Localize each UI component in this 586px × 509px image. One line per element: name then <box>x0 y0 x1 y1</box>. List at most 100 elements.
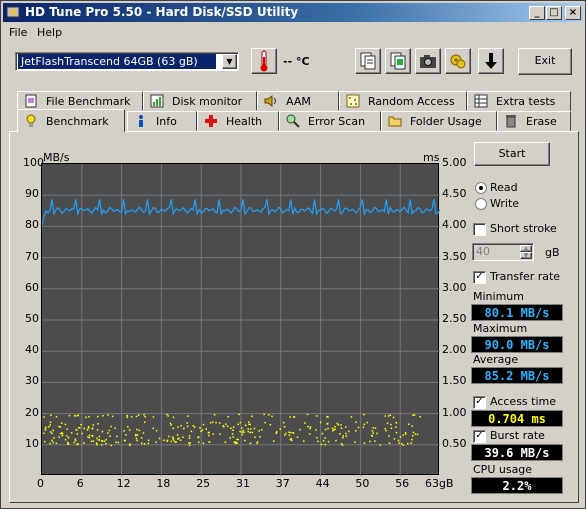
access-time-point <box>241 433 244 436</box>
access-time-point <box>136 439 138 442</box>
minimize-button[interactable]: _ <box>529 6 545 20</box>
access-time-point <box>52 441 54 444</box>
tab-label: Random Access <box>368 94 455 108</box>
temperature-button[interactable] <box>251 48 277 74</box>
access-time-point <box>98 439 100 441</box>
save-button[interactable] <box>478 48 504 74</box>
read-radio[interactable] <box>475 182 487 194</box>
access-time-point <box>253 427 256 430</box>
access-time-checkbox[interactable]: ✓ <box>473 396 486 409</box>
dropdown-arrow-icon[interactable]: ▼ <box>222 54 237 69</box>
copy-text-button[interactable] <box>355 48 381 74</box>
tab-benchmark[interactable]: Benchmark <box>17 109 125 132</box>
tab-extra-tests[interactable]: Extra tests <box>467 91 571 111</box>
access-time-point <box>371 430 374 432</box>
access-time-point <box>227 416 229 418</box>
access-time-point <box>289 438 291 441</box>
access-time-point <box>306 413 309 416</box>
access-time-point <box>147 439 150 442</box>
tab-erase[interactable]: Erase <box>497 111 571 131</box>
app-window: HD Tune Pro 5.50 - Hard Disk/SSD Utility… <box>0 0 586 509</box>
left-axis-tick: 20 <box>25 405 39 419</box>
access-time-point <box>152 427 154 430</box>
access-time-point <box>249 442 252 445</box>
left-axis-tick: 10 <box>25 436 39 450</box>
access-time-point <box>198 441 200 443</box>
benchmark-graph <box>41 163 441 476</box>
access-time-point <box>123 430 125 432</box>
access-time-point <box>285 432 287 435</box>
access-time-point <box>101 440 104 442</box>
access-time-point <box>397 439 400 442</box>
start-button[interactable]: Start <box>474 142 550 166</box>
access-time-point <box>416 433 419 436</box>
transfer-rate-checkbox[interactable]: ✓ <box>473 271 486 284</box>
options-button[interactable] <box>445 48 471 74</box>
access-time-point <box>237 423 239 425</box>
access-time-point <box>384 427 386 430</box>
access-time-point <box>77 415 79 417</box>
short-stroke-spinner[interactable]: 40 ▲ ▼ <box>472 243 534 261</box>
tab-info[interactable]: Info <box>127 111 197 131</box>
access-time-point <box>317 440 319 443</box>
close-button[interactable]: × <box>565 6 581 20</box>
access-time-point <box>251 431 253 434</box>
copy-text-icon <box>360 52 376 70</box>
access-time-point <box>138 414 140 416</box>
access-time-point <box>155 441 157 443</box>
access-time-point <box>236 438 238 441</box>
access-time-point <box>175 441 177 443</box>
access-time-point <box>215 421 217 424</box>
tab-health[interactable]: Health <box>197 111 279 131</box>
tab-disk-monitor[interactable]: Disk monitor <box>143 91 257 111</box>
short-stroke-label: Short stroke <box>490 222 557 235</box>
access-time-point <box>193 426 196 428</box>
access-time-point <box>188 442 190 444</box>
drive-select[interactable]: JetFlashTranscend 64GB (63 gB) ▼ <box>15 52 239 71</box>
access-time-point <box>55 416 58 418</box>
tab-error-scan[interactable]: Error Scan <box>279 111 381 131</box>
access-time-point <box>50 414 52 417</box>
tab-file-benchmark[interactable]: File Benchmark <box>17 91 143 111</box>
tab-folder-usage[interactable]: Folder Usage <box>381 111 497 131</box>
access-time-point <box>243 431 245 433</box>
access-time-point <box>284 434 286 436</box>
access-time-point <box>374 440 376 442</box>
cpu-usage-label: CPU usage <box>473 463 533 476</box>
access-time-point <box>177 426 179 428</box>
access-time-point <box>158 437 161 440</box>
access-time-point <box>96 437 98 440</box>
maximize-button[interactable]: □ <box>546 6 562 20</box>
access-time-point <box>316 415 318 417</box>
copy-info-button[interactable] <box>385 48 411 74</box>
access-time-point <box>58 425 60 428</box>
menu-help[interactable]: Help <box>37 26 62 39</box>
access-time-point <box>258 430 260 432</box>
access-time-point <box>348 430 350 433</box>
spin-down-icon[interactable]: ▼ <box>520 252 532 259</box>
tab-aam[interactable]: AAM <box>257 91 339 111</box>
write-radio[interactable] <box>475 198 487 210</box>
access-time-point <box>316 437 318 439</box>
access-time-point <box>188 435 191 437</box>
menu-file[interactable]: File <box>9 26 27 39</box>
access-time-point <box>92 424 94 426</box>
exit-button[interactable]: Exit <box>518 48 572 75</box>
x-axis-tick: 50 <box>355 477 370 490</box>
x-axis-tick: 0 <box>37 477 44 490</box>
access-time-point <box>95 442 98 444</box>
left-axis-tick: 50 <box>25 312 39 325</box>
access-time-point <box>410 442 412 444</box>
tab-random-access[interactable]: Random Access <box>339 91 467 111</box>
access-time-point <box>67 443 69 445</box>
temperature-readout: -- °C <box>283 55 310 68</box>
burst-rate-checkbox[interactable]: ✓ <box>473 430 486 443</box>
right-axis-tick: 5.00 <box>442 156 467 169</box>
magnifier-icon <box>286 114 300 128</box>
screenshot-button[interactable] <box>415 48 441 74</box>
access-time-point <box>288 434 291 436</box>
short-stroke-checkbox[interactable] <box>473 223 486 236</box>
access-time-point <box>241 427 243 429</box>
access-time-point <box>170 424 172 426</box>
spin-up-icon[interactable]: ▲ <box>520 245 532 252</box>
